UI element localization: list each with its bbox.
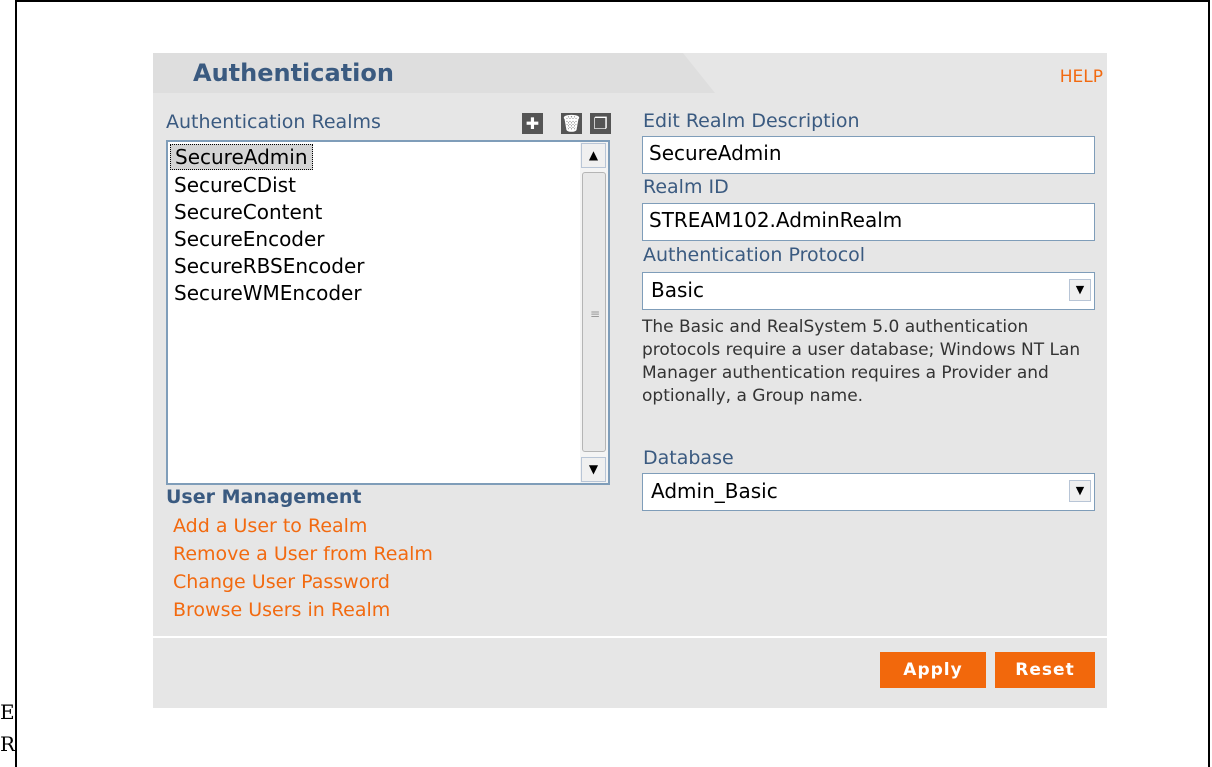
list-item[interactable]: SecureEncoder bbox=[174, 227, 325, 251]
edge-glyph: E bbox=[0, 700, 15, 724]
page-title: Authentication bbox=[193, 59, 394, 87]
footer-divider bbox=[153, 636, 1107, 638]
browse-users-link[interactable]: Browse Users in Realm bbox=[173, 599, 390, 621]
database-select[interactable]: Admin_Basic ▼ bbox=[642, 473, 1095, 511]
edge-glyph: R bbox=[0, 732, 16, 756]
scroll-up-button[interactable]: ▲ bbox=[581, 143, 606, 168]
add-user-link[interactable]: Add a User to Realm bbox=[173, 515, 367, 537]
remove-user-link[interactable]: Remove a User from Realm bbox=[173, 543, 433, 565]
scroll-thumb[interactable]: ≡ bbox=[582, 172, 606, 452]
realm-id-input[interactable]: STREAM102.AdminRealm bbox=[642, 203, 1095, 241]
authentication-panel: Authentication HELP Authentication Realm… bbox=[153, 53, 1107, 708]
protocol-help-text: The Basic and RealSystem 5.0 authenticat… bbox=[642, 317, 1081, 406]
chevron-up-icon: ▲ bbox=[588, 148, 599, 162]
list-item[interactable]: SecureWMEncoder bbox=[174, 281, 362, 305]
scroll-down-button[interactable]: ▼ bbox=[581, 457, 606, 482]
change-password-link[interactable]: Change User Password bbox=[173, 571, 390, 593]
reset-button[interactable]: Reset bbox=[995, 652, 1095, 688]
user-management-title: User Management bbox=[166, 486, 362, 508]
protocol-value: Basic bbox=[651, 278, 704, 302]
delete-realm-button[interactable]: 🗑 bbox=[561, 113, 582, 134]
chevron-down-icon[interactable]: ▼ bbox=[1069, 279, 1091, 301]
realms-label: Authentication Realms bbox=[166, 111, 381, 133]
realm-id-label: Realm ID bbox=[643, 176, 729, 198]
database-value: Admin_Basic bbox=[651, 479, 778, 503]
list-item[interactable]: SecureContent bbox=[174, 200, 322, 224]
chevron-down-icon[interactable]: ▼ bbox=[1069, 480, 1091, 502]
title-tab-corner bbox=[683, 53, 715, 93]
vertical-scrollbar[interactable]: ▲ ≡ ▼ bbox=[580, 142, 608, 483]
realms-listbox[interactable]: SecureAdmin SecureCDist SecureContent Se… bbox=[166, 140, 610, 485]
list-item[interactable]: SecureRBSEncoder bbox=[174, 254, 365, 278]
edit-description-label: Edit Realm Description bbox=[643, 110, 860, 132]
copy-icon: ❐ bbox=[593, 114, 608, 133]
grip-icon: ≡ bbox=[590, 307, 601, 321]
database-label: Database bbox=[643, 447, 734, 469]
apply-button[interactable]: Apply bbox=[880, 652, 986, 688]
chevron-down-icon: ▼ bbox=[588, 462, 599, 476]
copy-realm-button[interactable]: ❐ bbox=[590, 113, 611, 134]
list-item[interactable]: SecureAdmin bbox=[170, 144, 313, 170]
plus-icon: ✚ bbox=[525, 114, 540, 133]
protocol-label: Authentication Protocol bbox=[643, 244, 866, 266]
protocol-select[interactable]: Basic ▼ bbox=[642, 272, 1095, 310]
help-link[interactable]: HELP bbox=[1060, 67, 1103, 87]
add-realm-button[interactable]: ✚ bbox=[522, 113, 543, 134]
trash-icon: 🗑 bbox=[561, 114, 582, 133]
realm-description-input[interactable]: SecureAdmin bbox=[642, 136, 1095, 174]
list-item[interactable]: SecureCDist bbox=[174, 173, 296, 197]
